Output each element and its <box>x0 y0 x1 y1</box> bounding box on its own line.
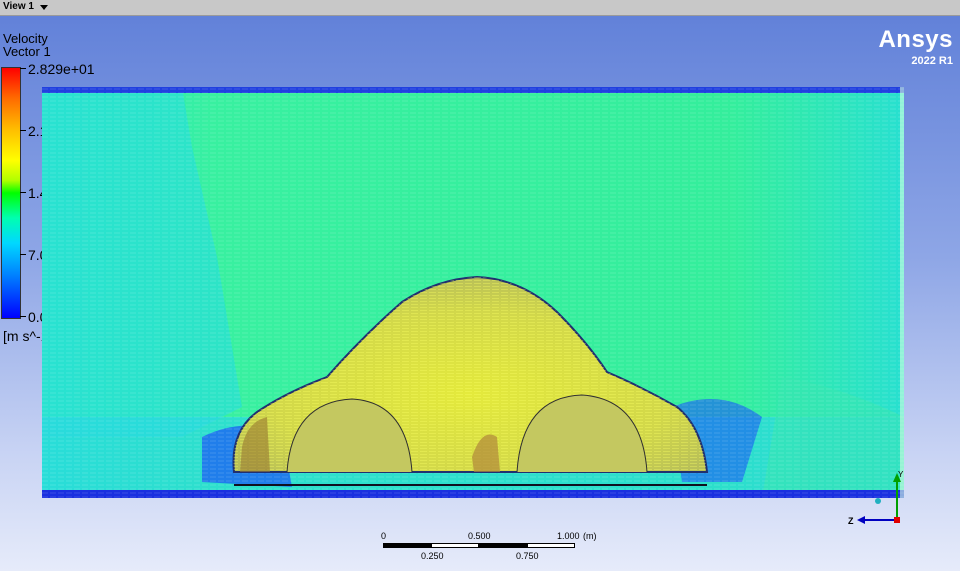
scale-segment <box>431 543 479 548</box>
z-axis-label: Z <box>848 516 854 526</box>
scale-unit: (m) <box>583 531 597 541</box>
ansys-logo: Ansys 2022 R1 <box>878 26 953 68</box>
brand-name: Ansys <box>878 26 953 53</box>
viewport-toolbar: View 1 <box>0 0 960 16</box>
triad-origin-marker <box>875 498 881 504</box>
scale-segment <box>527 543 575 548</box>
legend-tick <box>20 130 26 131</box>
scale-segment <box>383 543 431 548</box>
view-label: View 1 <box>3 1 34 12</box>
x-axis-icon <box>894 517 900 523</box>
legend-subtitle: Vector 1 <box>3 44 51 59</box>
legend-tick <box>20 68 26 69</box>
scale-label: 0 <box>381 531 387 541</box>
outlet-boundary <box>900 87 904 498</box>
scale-label: 0.750 <box>516 551 539 561</box>
brand-version: 2022 R1 <box>911 55 953 67</box>
scale-segment <box>479 543 527 548</box>
cfd-viewport[interactable] <box>42 87 904 498</box>
scale-label: 1.000 <box>557 531 580 541</box>
legend-tick <box>20 254 26 255</box>
legend-tick <box>20 192 26 193</box>
z-arrowhead-icon <box>857 516 865 524</box>
color-legend-bar <box>1 67 21 319</box>
chevron-down-icon[interactable] <box>39 4 48 10</box>
scale-label: 0.250 <box>421 551 444 561</box>
scale-bar: 0 0.500 1.000 (m) 0.250 0.750 <box>381 531 597 561</box>
legend-tick <box>20 316 26 317</box>
view-selector[interactable]: View 1 <box>3 1 48 12</box>
y-axis-label: Y <box>898 470 904 479</box>
scale-label: 0.500 <box>468 531 491 541</box>
legend-label-max: 2.829e+01 <box>28 61 95 77</box>
velocity-vector-plot <box>42 87 904 498</box>
axis-triad[interactable]: Y Z <box>845 468 905 528</box>
